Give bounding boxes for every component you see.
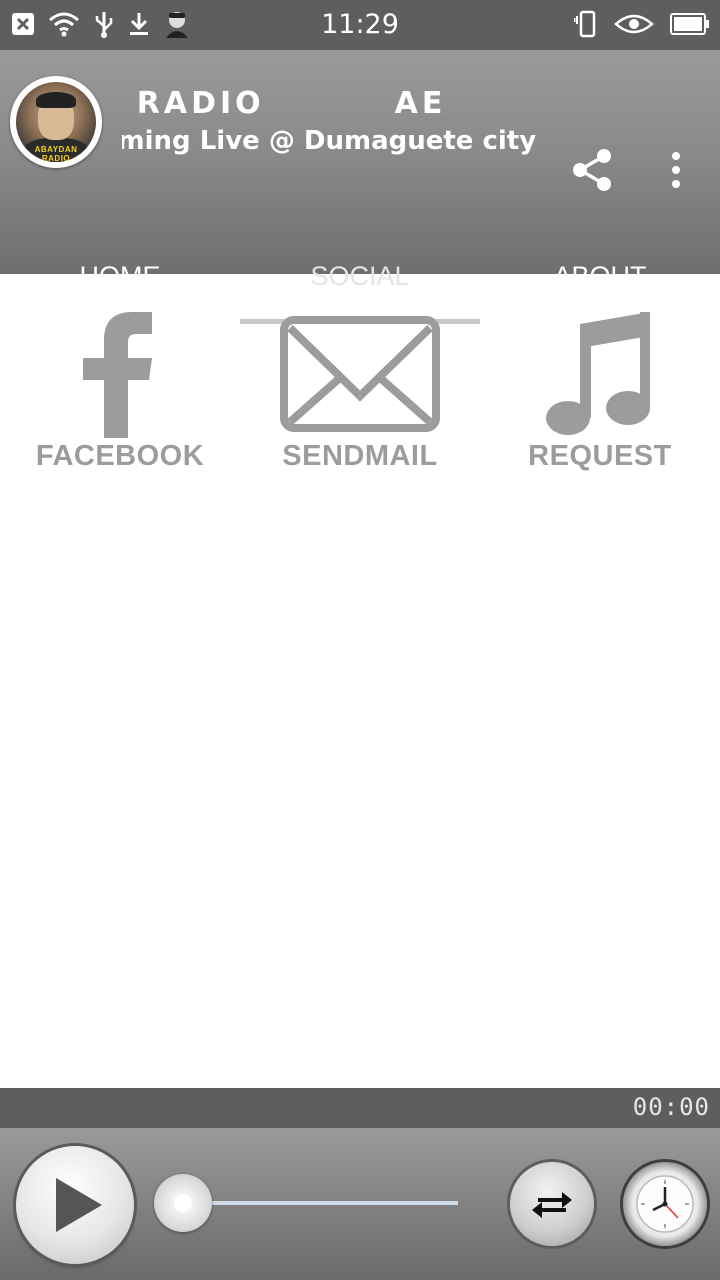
station-title-repeat: AE [394, 86, 447, 121]
facebook-label: FACEBOOK [35, 440, 205, 472]
more-options-icon [672, 152, 680, 188]
sendmail-label: SENDMAIL [282, 440, 438, 472]
request-label: REQUEST [528, 440, 672, 472]
share-icon [573, 149, 611, 191]
vibrate-icon [574, 10, 596, 38]
elapsed-time: 00:00 [632, 1093, 710, 1121]
app-header: ABAYDAN RADIO AN RADIO AE aming Live @ Du… [0, 50, 720, 324]
social-grid: FACEBOOK SENDMAIL REQUEST [0, 300, 720, 490]
logo-hair [36, 92, 76, 108]
station-marquee: AN RADIO AE aming Live @ Dumaguete city n [122, 86, 546, 166]
swap-icon [532, 1192, 572, 1218]
eye-icon [614, 14, 654, 34]
play-icon [56, 1178, 102, 1232]
station-logo[interactable]: ABAYDAN RADIO [10, 76, 102, 168]
swap-button[interactable] [510, 1162, 594, 1246]
station-title-line: AN RADIO AE [122, 86, 446, 121]
share-button[interactable] [568, 146, 616, 194]
station-title: AN RADIO [122, 86, 265, 121]
facebook-icon [83, 312, 152, 438]
more-options-button[interactable] [660, 146, 692, 194]
request-button[interactable]: REQUEST [480, 300, 720, 490]
seek-knob[interactable] [154, 1174, 212, 1232]
player-bar [0, 1128, 720, 1280]
status-bar: 11:29 [0, 0, 720, 50]
play-button[interactable] [16, 1146, 134, 1264]
status-right-icons [574, 10, 710, 38]
logo-text: ABAYDAN RADIO [34, 145, 78, 162]
sendmail-button[interactable]: SENDMAIL [240, 300, 480, 490]
clock-icon [636, 1175, 694, 1233]
seek-knob-center [174, 1194, 192, 1212]
seek-track[interactable] [190, 1201, 458, 1205]
station-subtitle: aming Live @ Dumaguete city n [122, 126, 546, 156]
logo-avatar: ABAYDAN RADIO [16, 82, 96, 162]
battery-icon [670, 13, 709, 35]
mail-icon [280, 316, 440, 432]
time-bar: 00:00 [0, 1088, 720, 1128]
music-note-icon [546, 312, 650, 435]
sleep-timer-button[interactable] [623, 1162, 707, 1246]
facebook-button[interactable]: FACEBOOK [0, 300, 240, 490]
